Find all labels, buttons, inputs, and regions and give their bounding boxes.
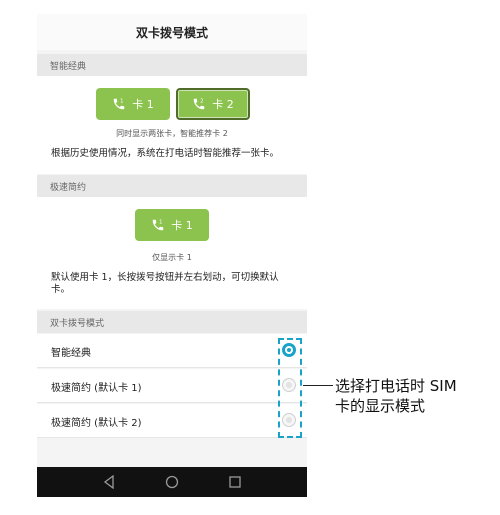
phone-screen: 双卡拨号模式 智能经典 1 卡 1 2 卡 2 同时显示两张卡，智能推荐卡 2 …	[37, 14, 307, 497]
section-header-smart-classic: 智能经典	[37, 54, 307, 76]
sim-card-1-label: 卡 1	[171, 219, 193, 232]
option-row-fast-simple-card1[interactable]: 极速简约 (默认卡 1)	[37, 369, 307, 403]
phone-icon: 2	[192, 97, 206, 111]
section-header-label: 双卡拨号模式	[50, 318, 105, 329]
svg-text:1: 1	[159, 219, 162, 225]
option-row-fast-simple-card2[interactable]: 极速简约 (默认卡 2)	[37, 404, 307, 438]
svg-text:2: 2	[200, 98, 203, 104]
fast-simple-caption: 仅显示卡 1	[152, 253, 192, 262]
section-header-mode: 双卡拨号模式	[37, 311, 307, 333]
section-header-fast-simple: 极速简约	[37, 175, 307, 197]
sim-card-1-label: 卡 1	[132, 98, 154, 111]
smart-classic-description: 根据历史使用情况，系统在打电话时智能推荐一张卡。	[51, 148, 280, 159]
navigation-bar	[37, 467, 307, 497]
sim-card-1-button[interactable]: 1 卡 1	[96, 88, 170, 120]
phone-icon: 1	[151, 218, 165, 232]
phone-icon: 1	[112, 97, 126, 111]
back-icon[interactable]	[99, 472, 119, 492]
callout-line	[303, 385, 333, 386]
callout-line-2: 卡的显示模式	[335, 397, 426, 415]
fast-simple-panel: 1 卡 1 仅显示卡 1 默认使用卡 1，长按拨号按钮并左右划动，可切换默认卡。	[37, 197, 307, 309]
option-label: 极速简约 (默认卡 2)	[51, 418, 142, 429]
sim-card-2-label: 卡 2	[212, 98, 234, 111]
fast-simple-description: 默认使用卡 1，长按拨号按钮并左右划动，可切换默认卡。	[51, 272, 279, 295]
home-icon[interactable]	[162, 472, 182, 492]
page-title-text: 双卡拨号模式	[135, 25, 208, 40]
sim-card-1-button[interactable]: 1 卡 1	[135, 209, 209, 241]
svg-text:1: 1	[120, 98, 123, 104]
page-title: 双卡拨号模式	[37, 14, 307, 50]
sim-card-2-button[interactable]: 2 卡 2	[176, 88, 250, 120]
callout-text: 选择打电话时 SIM 卡的显示模式	[335, 376, 457, 416]
smart-classic-panel: 1 卡 1 2 卡 2 同时显示两张卡，智能推荐卡 2 根据历史使用情况，系统在…	[37, 76, 307, 174]
option-label: 智能经典	[51, 348, 91, 359]
section-header-label: 极速简约	[50, 182, 87, 193]
smart-classic-caption: 同时显示两张卡，智能推荐卡 2	[116, 129, 228, 138]
section-header-label: 智能经典	[50, 61, 87, 72]
recent-apps-icon[interactable]	[225, 472, 245, 492]
radio-highlight-box	[278, 338, 302, 438]
callout-line-1: 选择打电话时 SIM	[335, 377, 457, 395]
option-row-smart-classic[interactable]: 智能经典	[37, 334, 307, 368]
option-label: 极速简约 (默认卡 1)	[51, 383, 142, 394]
